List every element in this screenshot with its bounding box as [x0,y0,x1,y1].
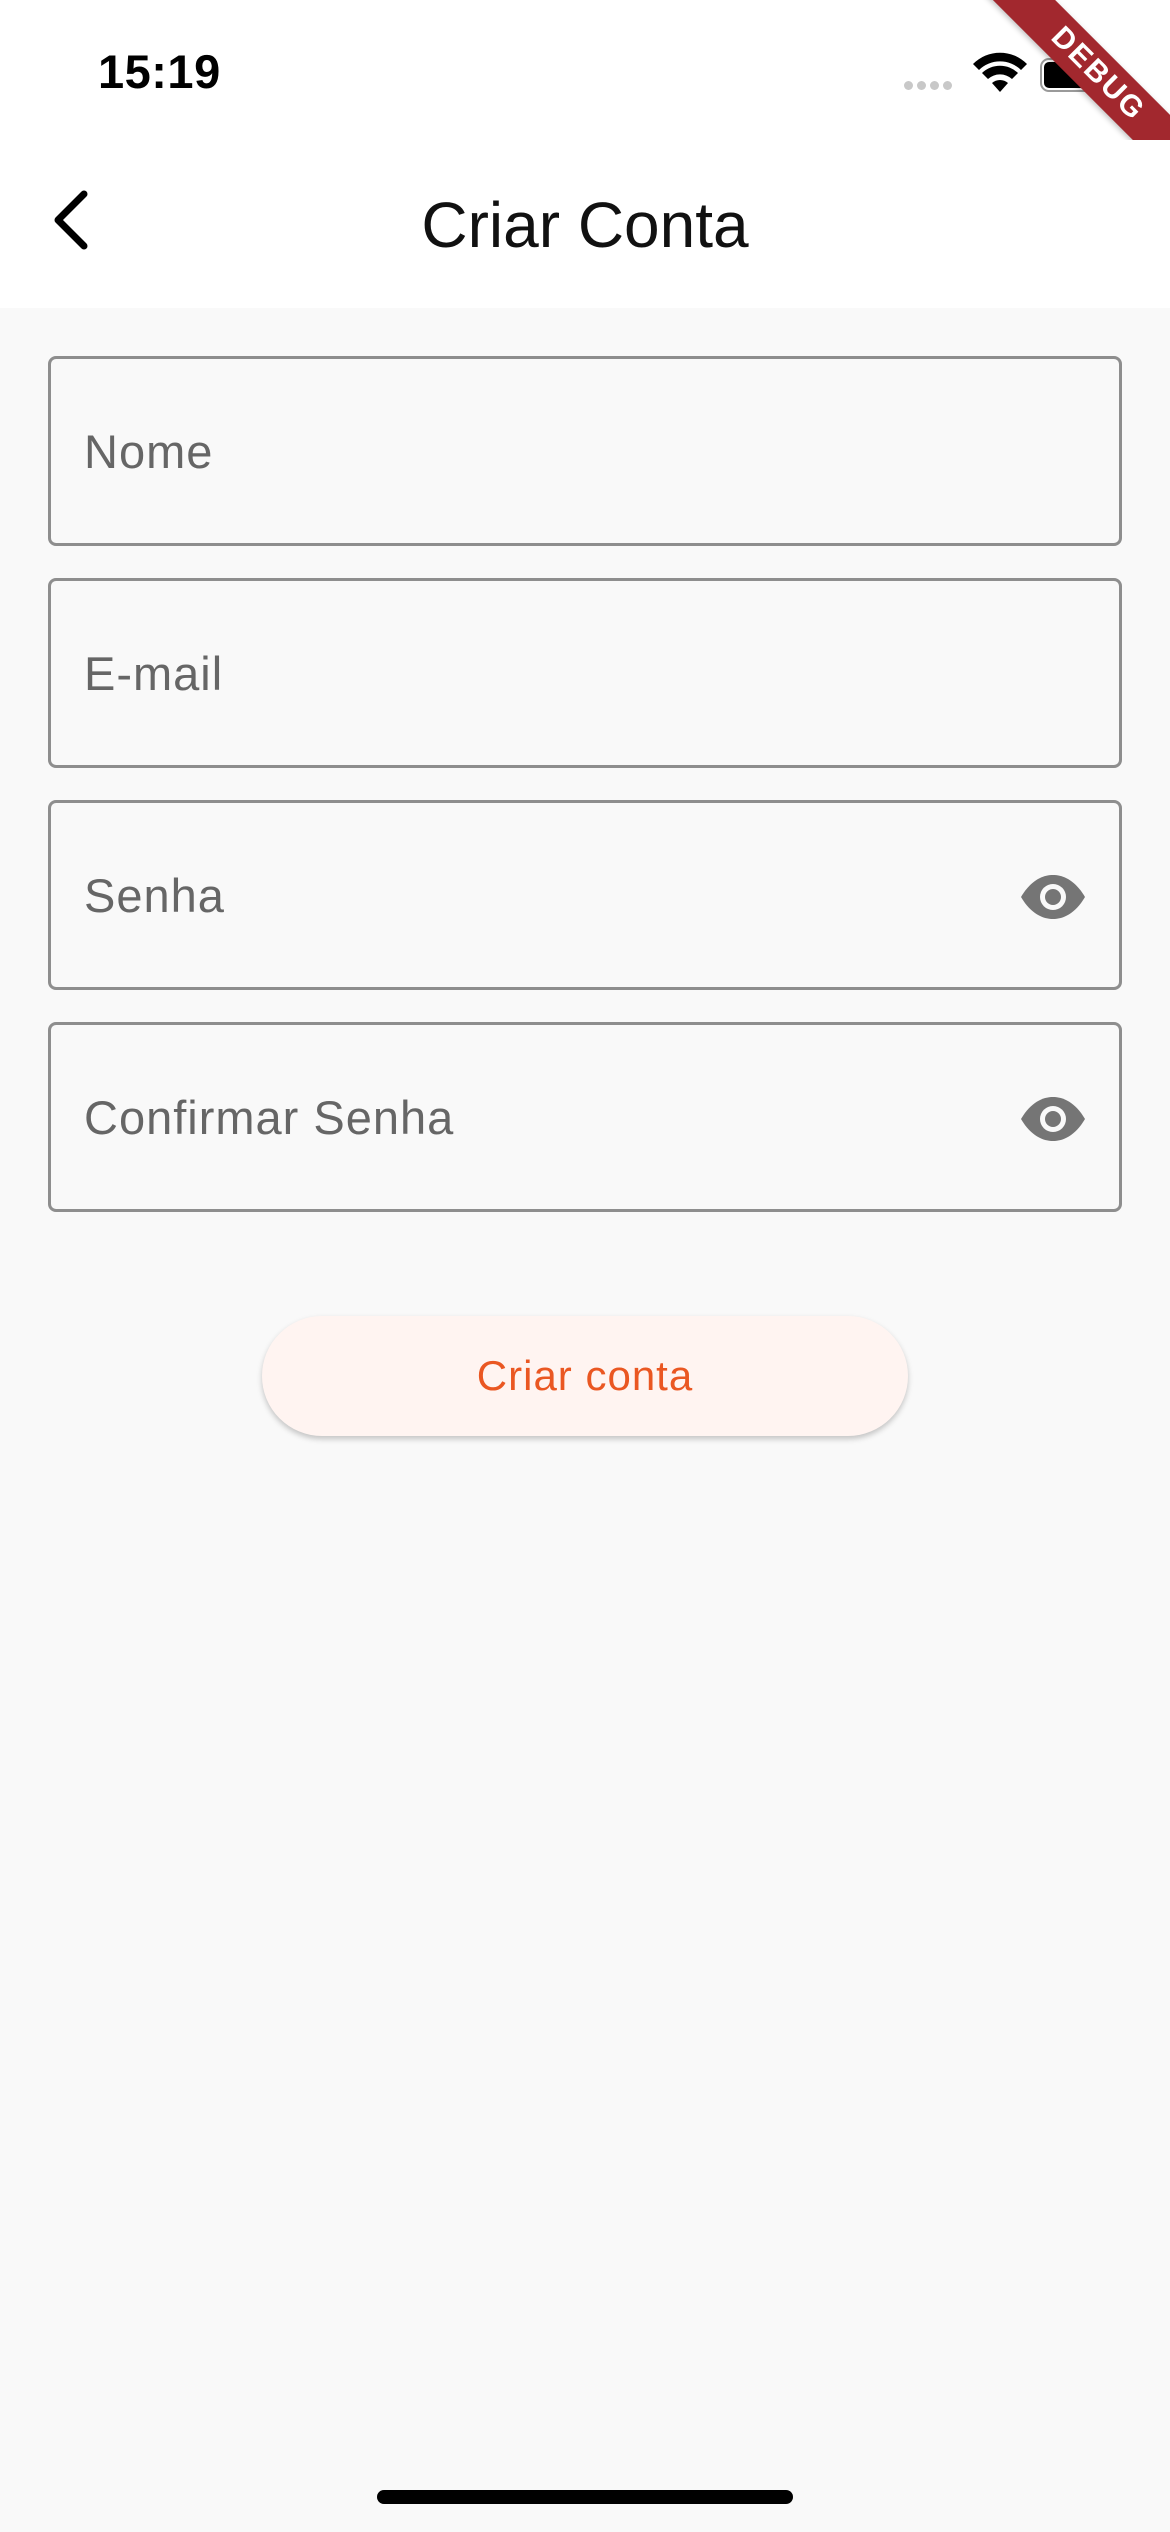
confirm-password-input[interactable] [84,1025,964,1209]
signup-form [48,356,1122,1244]
cellular-signal-icon [904,81,952,90]
password-field [48,800,1122,990]
app-bar: Criar Conta [0,140,1170,308]
name-input[interactable] [84,359,964,543]
status-bar: 15:19 DEBUG [0,0,1170,196]
page-title: Criar Conta [421,189,749,261]
home-indicator[interactable] [377,2490,793,2504]
name-field [48,356,1122,546]
email-field [48,578,1122,768]
confirm-password-visibility-toggle[interactable] [1017,1083,1089,1155]
email-input[interactable] [84,581,964,765]
status-time: 15:19 [98,45,221,98]
password-visibility-toggle[interactable] [1017,861,1089,933]
confirm-password-field [48,1022,1122,1212]
create-account-button-label: Criar conta [476,1352,694,1399]
password-input[interactable] [84,803,964,987]
create-account-button[interactable]: Criar conta [262,1316,908,1436]
eye-icon [1021,1097,1085,1141]
eye-icon [1021,875,1085,919]
